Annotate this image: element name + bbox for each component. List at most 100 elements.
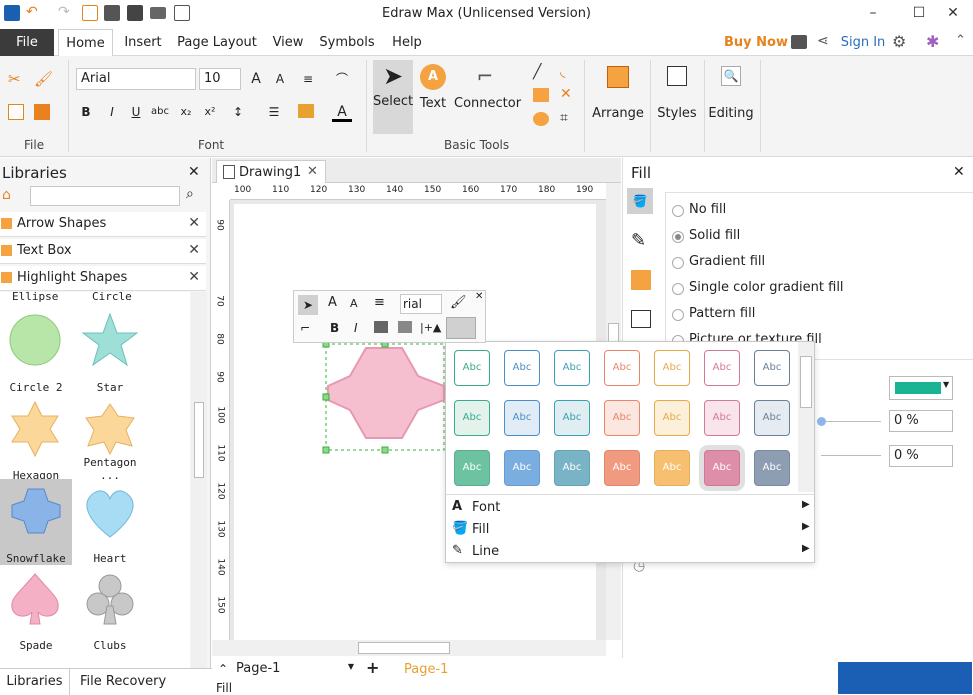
superscript-button[interactable]: x² [200, 102, 220, 122]
radio-single-color-gradient-fill[interactable] [672, 283, 684, 295]
style-swatch[interactable]: Abc [704, 350, 740, 386]
line-tool-icon[interactable]: ╱ [533, 64, 541, 80]
paste-icon[interactable] [34, 104, 50, 120]
buy-now-link[interactable]: Buy Now [724, 29, 788, 56]
style-swatch[interactable]: Abc [454, 350, 490, 386]
strikethrough-button[interactable]: abc [150, 102, 170, 122]
ellipse-tool-icon[interactable] [533, 112, 549, 126]
library-arrow-shapes[interactable]: Arrow Shapes ✕ [0, 212, 206, 237]
font-name-combo[interactable]: Arial [76, 68, 196, 90]
align-icon[interactable]: ≡ [298, 69, 318, 89]
connector-tool-button[interactable]: ⌐ Connector [454, 60, 521, 134]
tab-insert[interactable]: Insert [118, 29, 168, 56]
cut-icon[interactable]: ✂ [8, 70, 26, 88]
style-swatch[interactable]: Abc [654, 350, 690, 386]
style-swatch[interactable]: Abc [654, 400, 690, 436]
style-swatch[interactable]: Abc [704, 400, 740, 436]
brightness-spinbox[interactable]: 0 % [889, 445, 953, 467]
tab-file[interactable]: File [0, 29, 54, 56]
mini-font-combo[interactable]: rial [400, 294, 442, 314]
cross-tool-icon[interactable]: ✕ [560, 86, 572, 102]
style-swatch[interactable]: Abc [554, 350, 590, 386]
tab-symbols[interactable]: Symbols [318, 29, 376, 56]
text-direction-icon[interactable]: ⌒ [332, 69, 352, 89]
format-painter-icon[interactable]: 🖌 [450, 295, 467, 310]
popup-scrollbar[interactable] [798, 342, 814, 492]
style-swatch[interactable]: Abc [704, 450, 740, 486]
fill-sidebar-picture-icon[interactable] [631, 310, 651, 328]
editing-button[interactable]: 🔍 Editing [708, 60, 754, 146]
subscript-button[interactable]: x₂ [176, 102, 196, 122]
pointer-icon[interactable]: ➤ [298, 295, 318, 315]
rectangle-tool-icon[interactable] [533, 88, 549, 102]
library-text-box[interactable]: Text Box ✕ [0, 239, 206, 264]
bring-front-icon[interactable] [374, 321, 388, 333]
italic-button[interactable]: I [354, 321, 358, 335]
style-swatch[interactable]: Abc [604, 350, 640, 386]
page-selector[interactable]: Page-1 ▼ [236, 661, 354, 679]
bold-button[interactable]: B [76, 102, 96, 122]
style-picker-button[interactable] [446, 317, 476, 339]
style-swatch[interactable]: Abc [604, 450, 640, 486]
grow-font-button[interactable]: A [246, 69, 266, 89]
font-size-combo[interactable]: 10 [199, 68, 241, 90]
style-swatch[interactable]: Abc [454, 400, 490, 436]
underline-button[interactable]: U [126, 102, 146, 122]
selected-snowflake-shape[interactable] [322, 334, 454, 454]
shape-star[interactable]: Star [74, 308, 146, 394]
tab-file-recovery[interactable]: File Recovery [80, 669, 180, 695]
tab-home[interactable]: Home [58, 29, 113, 57]
library-highlight-shapes[interactable]: Highlight Shapes ✕ [0, 266, 206, 291]
color-palette[interactable] [238, 680, 592, 693]
font-color-button[interactable]: A [332, 102, 352, 122]
fill-color-button[interactable]: ▼ [889, 376, 953, 400]
active-page-tab[interactable]: Page-1 [404, 662, 448, 677]
style-swatch[interactable]: Abc [504, 450, 540, 486]
tab-page-layout[interactable]: Page Layout [176, 29, 258, 56]
tab-help[interactable]: Help [388, 29, 426, 56]
crop-tool-icon[interactable]: ⌗ [560, 110, 568, 126]
shrink-font-button[interactable]: A [270, 69, 290, 89]
style-swatch[interactable]: Abc [754, 400, 790, 436]
brightness-slider[interactable] [821, 455, 881, 456]
shrink-font-button[interactable]: A [350, 297, 358, 310]
style-swatch[interactable]: Abc [554, 400, 590, 436]
fill-sidebar-shadow-icon[interactable] [631, 270, 651, 290]
style-swatch[interactable]: Abc [454, 450, 490, 486]
grow-font-button[interactable]: A [328, 295, 337, 310]
transparency-spinbox[interactable]: 0 % [889, 410, 953, 432]
connector-icon[interactable]: ⌐ [300, 321, 310, 335]
radio-gradient-fill[interactable] [672, 257, 684, 269]
libraries-close-icon[interactable]: ✕ [188, 164, 200, 180]
send-back-icon[interactable] [398, 321, 412, 333]
copy-icon[interactable] [8, 104, 24, 120]
line-spacing-icon[interactable]: ↕ [228, 102, 248, 122]
style-swatch[interactable]: Abc [754, 450, 790, 486]
close-icon[interactable]: ✕ [953, 164, 965, 180]
style-swatch[interactable]: Abc [504, 400, 540, 436]
close-button[interactable]: ✕ [930, 0, 973, 28]
shape-hexagon[interactable]: Hexagon [0, 396, 72, 482]
style-swatch[interactable]: Abc [604, 400, 640, 436]
italic-button[interactable]: I [102, 102, 122, 122]
share-icon[interactable]: ⋖ [817, 33, 829, 49]
shape-heart[interactable]: Heart [74, 479, 146, 565]
distribute-icon[interactable]: |+▲ [420, 321, 441, 334]
cart-icon[interactable] [791, 35, 807, 49]
transparency-slider[interactable] [821, 421, 881, 422]
style-swatch[interactable]: Abc [554, 450, 590, 486]
settings-icon[interactable]: ⚙ [892, 32, 906, 51]
styles-button[interactable]: Styles [656, 60, 698, 146]
add-page-button[interactable]: + [366, 658, 379, 677]
fill-sidebar-line-icon[interactable]: ✎ [631, 230, 646, 251]
format-painter-icon[interactable]: 🖌 [34, 70, 53, 88]
sign-in-link[interactable]: Sign In [838, 29, 888, 56]
transparency-slider-thumb[interactable] [817, 417, 826, 426]
radio-pattern-fill[interactable] [672, 309, 684, 321]
bullets-icon[interactable]: ☰ [264, 102, 284, 122]
close-icon[interactable]: ✕ [188, 269, 200, 285]
minimize-button[interactable]: – [850, 0, 896, 28]
shape-spade[interactable]: Spade [0, 566, 72, 652]
page-up-icon[interactable]: ⌃ [218, 662, 228, 676]
arc-tool-icon[interactable]: ◟ [560, 64, 565, 80]
